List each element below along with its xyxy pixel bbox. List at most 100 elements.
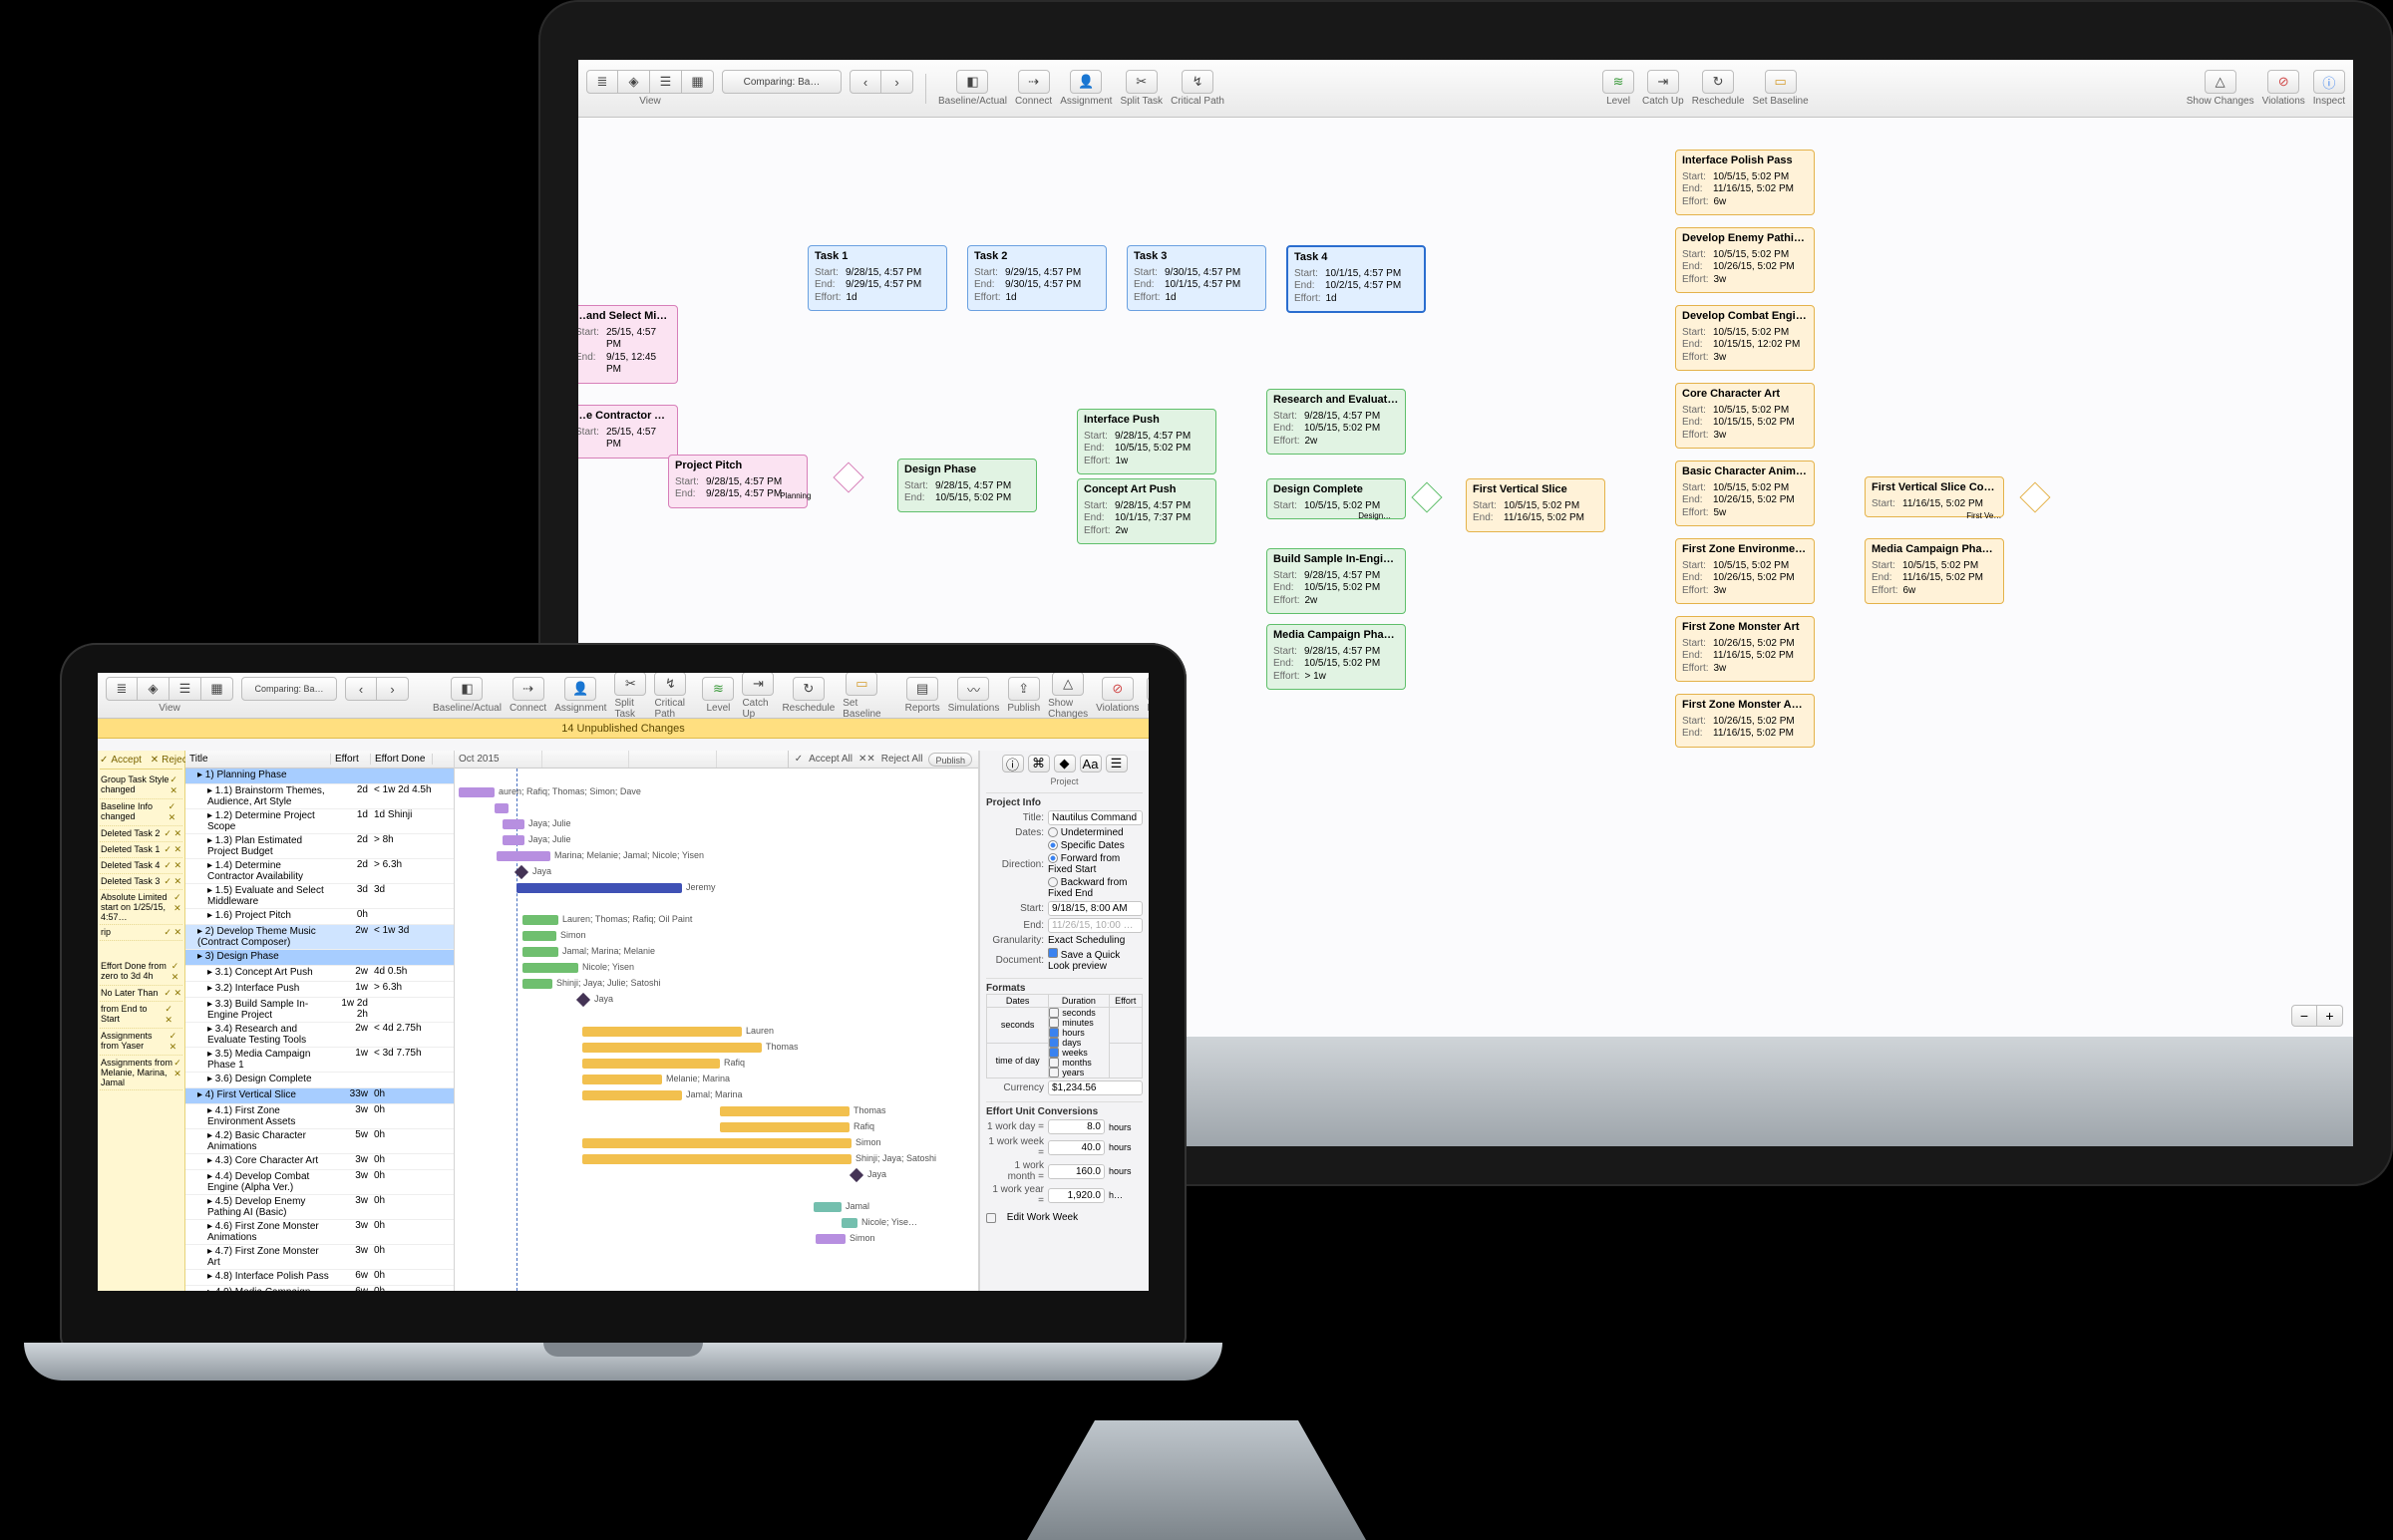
node-contA[interactable]: …e Contractor A…Start:25/15, 4:57 PM [578, 405, 678, 459]
reports-button[interactable]: ▤ [906, 677, 938, 701]
change-note[interactable]: Assignments from Melanie, Marina, Jamal✓… [100, 1056, 182, 1090]
gantt-chart[interactable]: ✓Accept All ✕✕Reject All Publish Oct 201… [455, 751, 979, 1291]
euc-input[interactable] [1048, 1140, 1105, 1155]
critical-path-button[interactable]: ↯ [1182, 70, 1213, 94]
node-t4[interactable]: Task 4Start:10/1/15, 4:57 PMEnd:10/2/15,… [1286, 245, 1426, 313]
accept-all-button[interactable]: Accept All [809, 754, 853, 765]
publish-button[interactable]: ⇪ [1008, 677, 1040, 701]
baseline-actual-button[interactable]: ◧ [956, 70, 988, 94]
task-row[interactable]: ▸ 3.6) Design Complete [185, 1073, 454, 1088]
gantt-bar[interactable] [522, 963, 578, 973]
euc-input[interactable] [1048, 1164, 1105, 1179]
node-design[interactable]: Design PhaseStart:9/28/15, 4:57 PMEnd:10… [897, 459, 1037, 512]
gantt-bar[interactable] [582, 1138, 852, 1148]
gantt-bar[interactable] [720, 1122, 850, 1132]
view-calendar-button[interactable]: ▦ [201, 677, 233, 701]
violations-button[interactable]: ⊘ [2267, 70, 2299, 94]
gantt-bar[interactable] [522, 915, 558, 925]
nav-next-button[interactable]: › [881, 70, 913, 94]
set-baseline-button[interactable]: ▭ [846, 673, 877, 696]
view-resource-button[interactable]: ☰ [650, 70, 682, 94]
unit-checkbox[interactable] [1049, 1048, 1059, 1058]
task-row[interactable]: ▸ 1.6) Project Pitch0h [185, 909, 454, 925]
task-row[interactable]: ▸ 4) First Vertical Slice33w0h [185, 1088, 454, 1104]
critical-path-button[interactable]: ↯ [654, 673, 686, 696]
col-effort-done[interactable]: Effort Done [371, 754, 433, 765]
gantt-bar[interactable] [814, 1202, 842, 1212]
show-changes-button[interactable]: △ [2205, 70, 2236, 94]
view-gantt-button[interactable]: ≣ [106, 677, 138, 701]
task-row[interactable]: ▸ 4.9) Media Campaign Phase 26w0h [185, 1286, 454, 1291]
gantt-bar[interactable] [497, 851, 550, 861]
task-row[interactable]: ▸ 4.7) First Zone Monster Art3w0h [185, 1245, 454, 1270]
milestone-plan[interactable]: Planning [833, 462, 863, 492]
euc-input[interactable] [1048, 1188, 1105, 1203]
gantt-bar[interactable] [582, 1027, 742, 1037]
task-row[interactable]: ▸ 3.4) Research and Evaluate Testing Too… [185, 1023, 454, 1048]
node-ccart[interactable]: Core Character ArtStart:10/5/15, 5:02 PM… [1675, 383, 1815, 449]
change-note[interactable]: rip✓ ✕ [100, 925, 182, 941]
split-task-button[interactable]: ✂ [1126, 70, 1158, 94]
granularity-dropdown[interactable]: Exact Scheduling [1048, 935, 1143, 946]
project-end-input[interactable] [1048, 918, 1143, 933]
change-note[interactable]: Assignments from Yaser✓ ✕ [100, 1029, 182, 1056]
unit-checkbox[interactable] [1049, 1028, 1059, 1038]
insp-tab-4[interactable]: Aa [1080, 755, 1102, 772]
node-fzmani[interactable]: First Zone Monster Ani…Start:10/26/15, 5… [1675, 694, 1815, 748]
publish-now-button[interactable]: Publish [928, 753, 972, 767]
node-depath[interactable]: Develop Enemy Pathin…Start:10/5/15, 5:02… [1675, 227, 1815, 293]
task-row[interactable]: ▸ 1.4) Determine Contractor Availability… [185, 859, 454, 884]
edit-work-week-icon[interactable] [986, 1213, 996, 1223]
show-changes-button[interactable]: △ [1052, 673, 1084, 696]
node-fzmart[interactable]: First Zone Monster ArtStart:10/26/15, 5:… [1675, 616, 1815, 682]
task-row[interactable]: ▸ 3.3) Build Sample In-Engine Project1w … [185, 998, 454, 1023]
dates-undetermined-radio[interactable] [1048, 827, 1058, 837]
node-mc2[interactable]: Media Campaign Phas…Start:10/5/15, 5:02 … [1865, 538, 2004, 604]
nav-next-button[interactable]: › [377, 677, 409, 701]
insp-tab-3[interactable]: ◆ [1054, 755, 1076, 772]
node-sel-mi[interactable]: …and Select Mi…Start:25/15, 4:57 PMEnd:9… [578, 305, 678, 384]
node-bseng[interactable]: Build Sample In-Engine…Start:9/28/15, 4:… [1266, 548, 1406, 614]
nav-prev-button[interactable]: ‹ [850, 70, 881, 94]
reschedule-button[interactable]: ↻ [1702, 70, 1734, 94]
node-t2[interactable]: Task 2Start:9/29/15, 4:57 PMEnd:9/30/15,… [967, 245, 1107, 311]
node-t1[interactable]: Task 1Start:9/28/15, 4:57 PMEnd:9/29/15,… [808, 245, 947, 311]
doc-title-dropdown[interactable]: Comparing: Ba… [722, 70, 842, 107]
change-note[interactable]: Baseline Info changed✓ ✕ [100, 799, 182, 826]
gantt-bar[interactable] [582, 1090, 682, 1100]
task-row[interactable]: ▸ 1) Planning Phase [185, 769, 454, 784]
unit-checkbox[interactable] [1049, 1058, 1059, 1068]
project-title-input[interactable] [1048, 810, 1143, 825]
unit-checkbox[interactable] [1049, 1038, 1059, 1048]
view-network-button[interactable]: ◈ [138, 677, 170, 701]
zoom-out-button[interactable]: − [2291, 1005, 2317, 1027]
change-note[interactable]: Effort Done from zero to 3d 4h✓ ✕ [100, 959, 182, 986]
simulations-button[interactable]: 〰 [957, 677, 989, 701]
task-row[interactable]: ▸ 4.5) Develop Enemy Pathing AI (Basic)3… [185, 1195, 454, 1220]
gantt-bar[interactable] [516, 883, 682, 893]
node-mc1[interactable]: Media Campaign Phas…Start:9/28/15, 4:57 … [1266, 624, 1406, 690]
inspect-button[interactable]: ⓘ [1147, 677, 1149, 701]
node-bcanim[interactable]: Basic Character Animat…Start:10/5/15, 5:… [1675, 461, 1815, 526]
task-row[interactable]: ▸ 1.1) Brainstorm Themes, Audience, Art … [185, 784, 454, 809]
project-start-input[interactable] [1048, 901, 1143, 916]
assignment-button[interactable]: 👤 [564, 677, 596, 701]
baseline-actual-button[interactable]: ◧ [451, 677, 483, 701]
task-row[interactable]: ▸ 4.2) Basic Character Animations5w0h [185, 1129, 454, 1154]
task-row[interactable]: ▸ 3.2) Interface Push1w> 6.3h [185, 982, 454, 998]
task-row[interactable]: ▸ 1.5) Evaluate and Select Middleware3d3… [185, 884, 454, 909]
gantt-bar[interactable] [522, 979, 552, 989]
set-baseline-button[interactable]: ▭ [1765, 70, 1797, 94]
node-fzenv[interactable]: First Zone Environment…Start:10/5/15, 5:… [1675, 538, 1815, 604]
connect-button[interactable]: ⇢ [1018, 70, 1050, 94]
milestone-design-ms[interactable]: Design… [1411, 481, 1442, 512]
task-row[interactable]: ▸ 3.1) Concept Art Push2w4d 0.5h [185, 966, 454, 982]
gantt-milestone[interactable] [576, 993, 590, 1007]
gantt-bar[interactable] [582, 1043, 762, 1053]
task-row[interactable]: ▸ 4.4) Develop Combat Engine (Alpha Ver.… [185, 1170, 454, 1195]
gantt-bar[interactable] [842, 1218, 857, 1228]
gantt-bar[interactable] [816, 1234, 846, 1244]
doc-title-dropdown[interactable]: Comparing: Ba… [241, 677, 337, 701]
catch-up-button[interactable]: ⇥ [742, 673, 774, 696]
connect-button[interactable]: ⇢ [513, 677, 544, 701]
